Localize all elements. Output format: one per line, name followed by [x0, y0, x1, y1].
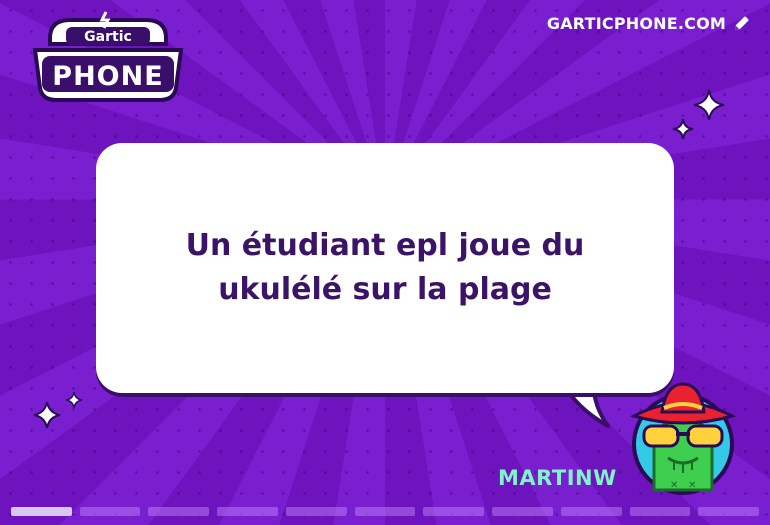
progress-segment [492, 507, 553, 516]
player-username: MARTINW [498, 466, 617, 490]
progress-segment [629, 507, 691, 516]
pencil-icon [735, 16, 749, 30]
site-label: GARTICPHONE.COM [546, 14, 726, 33]
sparkle-icon [33, 401, 61, 429]
progress-segment [285, 507, 347, 516]
progress-segment [354, 507, 416, 516]
sparkle-icon [65, 391, 83, 409]
speech-bubble: Un étudiant epl joue du ukulélé sur la p… [96, 143, 674, 393]
site-link[interactable]: GARTICPHONE.COM [547, 14, 750, 33]
progress-segment [148, 507, 210, 516]
sparkle-icon [693, 89, 725, 121]
progress-segment [11, 507, 72, 516]
progress-segment [79, 507, 141, 516]
gartic-phone-logo: Gartic PHONE [32, 11, 184, 102]
svg-text:✕: ✕ [688, 480, 696, 491]
progress-segment [423, 507, 485, 516]
svg-text:✕: ✕ [670, 480, 678, 491]
logo-main-text: PHONE [52, 61, 163, 92]
prompt-caption: Un étudiant epl joue du ukulélé sur la p… [185, 228, 585, 307]
progress-segment [560, 507, 622, 516]
sparkle-icon [672, 118, 694, 140]
round-progress-bar [11, 507, 760, 516]
progress-segment [698, 507, 760, 516]
player-avatar: ✕ ✕ [630, 382, 736, 495]
progress-segment [217, 507, 278, 516]
logo-top-text: Gartic [84, 29, 132, 45]
